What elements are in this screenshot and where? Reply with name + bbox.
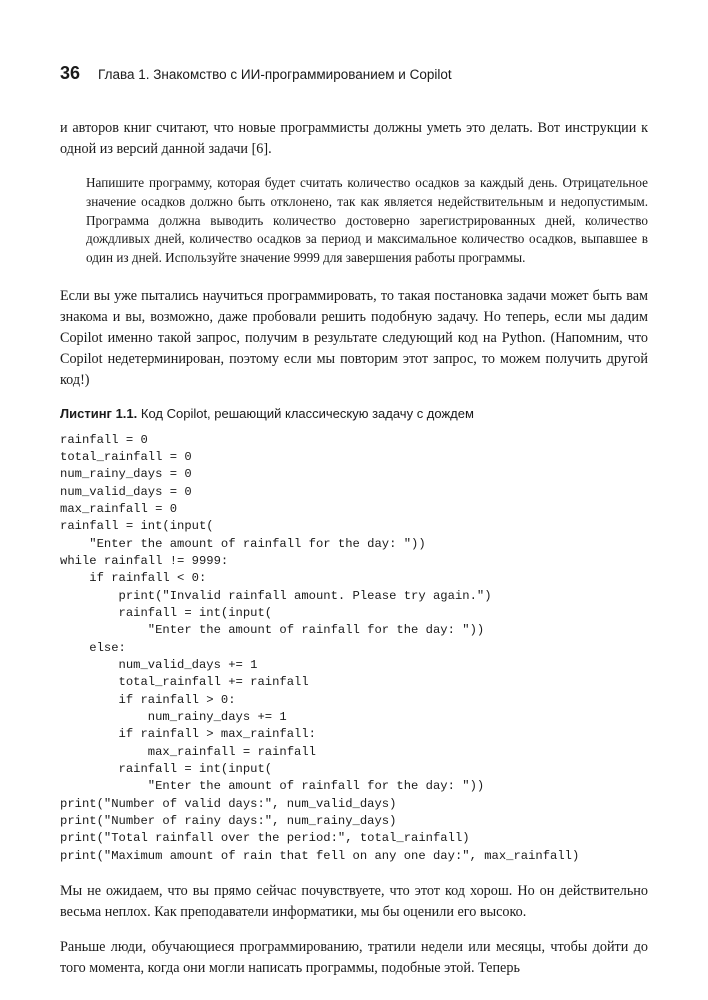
task-description-blockquote: Напишите программу, которая будет считат… bbox=[86, 174, 648, 268]
paragraph-2: Если вы уже пытались научиться программи… bbox=[60, 286, 648, 391]
listing-label: Листинг 1.1. bbox=[60, 406, 137, 421]
listing-caption: Код Copilot, решающий классическую задач… bbox=[137, 406, 474, 421]
listing-title: Листинг 1.1. Код Copilot, решающий класс… bbox=[60, 405, 648, 424]
paragraph-4: Раньше люди, обучающиеся программировани… bbox=[60, 937, 648, 979]
chapter-title: Глава 1. Знакомство с ИИ-программировани… bbox=[98, 65, 452, 85]
code-listing: rainfall = 0 total_rainfall = 0 num_rain… bbox=[60, 432, 648, 865]
page-header: 36 Глава 1. Знакомство с ИИ-программиров… bbox=[60, 60, 648, 86]
page-number: 36 bbox=[60, 60, 80, 86]
paragraph-1: и авторов книг считают, что новые програ… bbox=[60, 118, 648, 160]
paragraph-3: Мы не ожидаем, что вы прямо сейчас почув… bbox=[60, 881, 648, 923]
